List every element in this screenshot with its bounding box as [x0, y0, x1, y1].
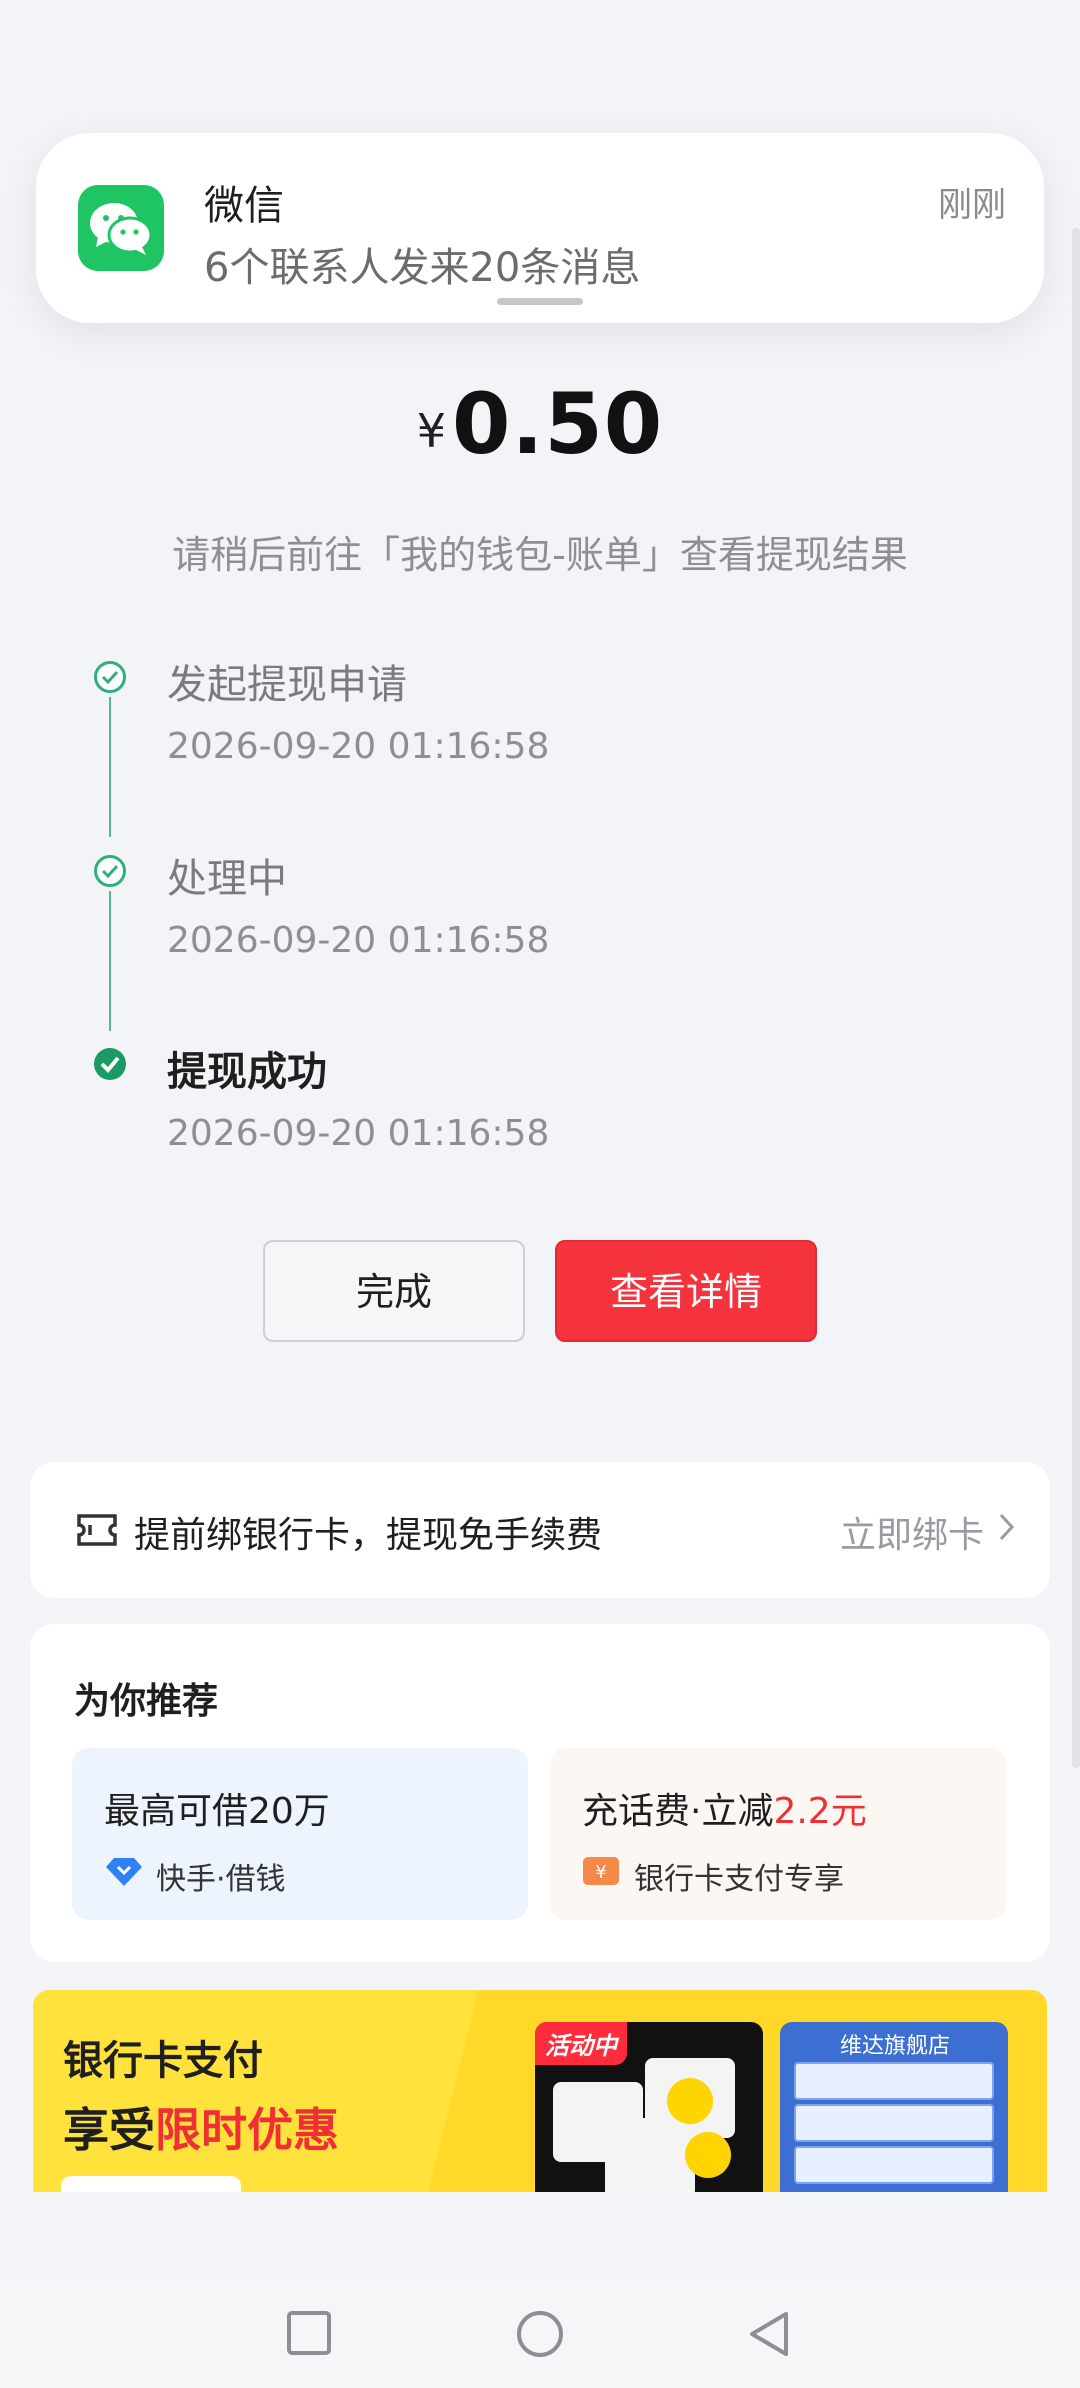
step-time: 2026-09-20 01:16:58	[167, 1113, 550, 1154]
home-circle-icon[interactable]	[516, 2310, 564, 2358]
bind-card-action[interactable]: 立即绑卡	[840, 1506, 984, 1558]
recommend-card-sub: 银行卡支付专享	[634, 1862, 844, 1897]
step-success-icon	[94, 1048, 126, 1080]
recommend-card-recharge[interactable]: 充话费·立减2.2元 ¥ 银行卡支付专享	[550, 1748, 1006, 1920]
notification-banner[interactable]: 微信 6个联系人发来20条消息 刚刚	[36, 133, 1044, 323]
recommend-card-sub: 快手·借钱	[156, 1862, 286, 1897]
promo-banner[interactable]: 银行卡支付 享受限时优惠 活动中 维达旗舰店	[33, 1990, 1047, 2192]
currency-symbol: ¥	[416, 404, 446, 458]
bind-card-text: 提前绑银行卡，提现免手续费	[134, 1515, 603, 1556]
bind-card-row[interactable]: 提前绑银行卡，提现免手续费 立即绑卡	[30, 1462, 1050, 1598]
done-button[interactable]: 完成	[263, 1240, 525, 1342]
recents-square-icon[interactable]	[286, 2310, 332, 2356]
step-title: 发起提现申请	[167, 662, 407, 708]
banner-button[interactable]	[61, 2176, 241, 2192]
step-connector	[109, 697, 111, 837]
smiley-icon	[685, 2132, 731, 2178]
amount-value: 0.50	[452, 375, 664, 473]
back-triangle-icon[interactable]	[748, 2310, 790, 2358]
step-title: 处理中	[167, 856, 287, 902]
yen-ticket-icon: ¥	[583, 1857, 619, 1885]
result-hint: 请稍后前往「我的钱包-账单」查看提现结果	[172, 533, 908, 577]
recommend-card-loan[interactable]: 最高可借20万 快手·借钱	[72, 1748, 528, 1920]
notification-app-name: 微信	[204, 183, 284, 229]
notification-time: 刚刚	[938, 185, 1006, 225]
banner-line1: 银行卡支付	[63, 2038, 263, 2084]
withdraw-amount: ¥0.50	[0, 375, 1080, 473]
ticket-icon	[77, 1514, 117, 1546]
view-detail-button[interactable]: 查看详情	[555, 1240, 817, 1342]
notification-message: 6个联系人发来20条消息	[204, 245, 641, 291]
wechat-icon	[78, 185, 164, 271]
recommend-title: 为你推荐	[74, 1681, 219, 1722]
product-card-tissue[interactable]: 维达旗舰店	[780, 2022, 1008, 2192]
smiley-icon	[667, 2078, 713, 2124]
system-navbar	[0, 2274, 1080, 2388]
activity-badge: 活动中	[535, 2022, 627, 2065]
recommend-card-title: 最高可借20万	[104, 1791, 330, 1832]
recommend-section: 为你推荐 最高可借20万 快手·借钱 充话费·立减2.2元 ¥ 银行卡支付专享	[30, 1624, 1050, 1962]
notification-handle[interactable]	[497, 298, 583, 305]
store-tag: 维达旗舰店	[840, 2034, 951, 2059]
banner-line2: 享受限时优惠	[63, 2103, 339, 2157]
step-time: 2026-09-20 01:16:58	[167, 920, 550, 961]
recommend-card-title: 充话费·立减2.2元	[582, 1791, 867, 1832]
chevron-right-icon	[999, 1513, 1015, 1541]
step-check-icon	[94, 855, 126, 887]
step-time: 2026-09-20 01:16:58	[167, 726, 550, 767]
svg-text:¥: ¥	[595, 1862, 606, 1883]
diamond-icon	[106, 1858, 142, 1886]
step-connector	[109, 891, 111, 1031]
step-check-icon	[94, 661, 126, 693]
step-title: 提现成功	[167, 1049, 327, 1095]
product-card-bags[interactable]: 活动中	[535, 2022, 763, 2192]
